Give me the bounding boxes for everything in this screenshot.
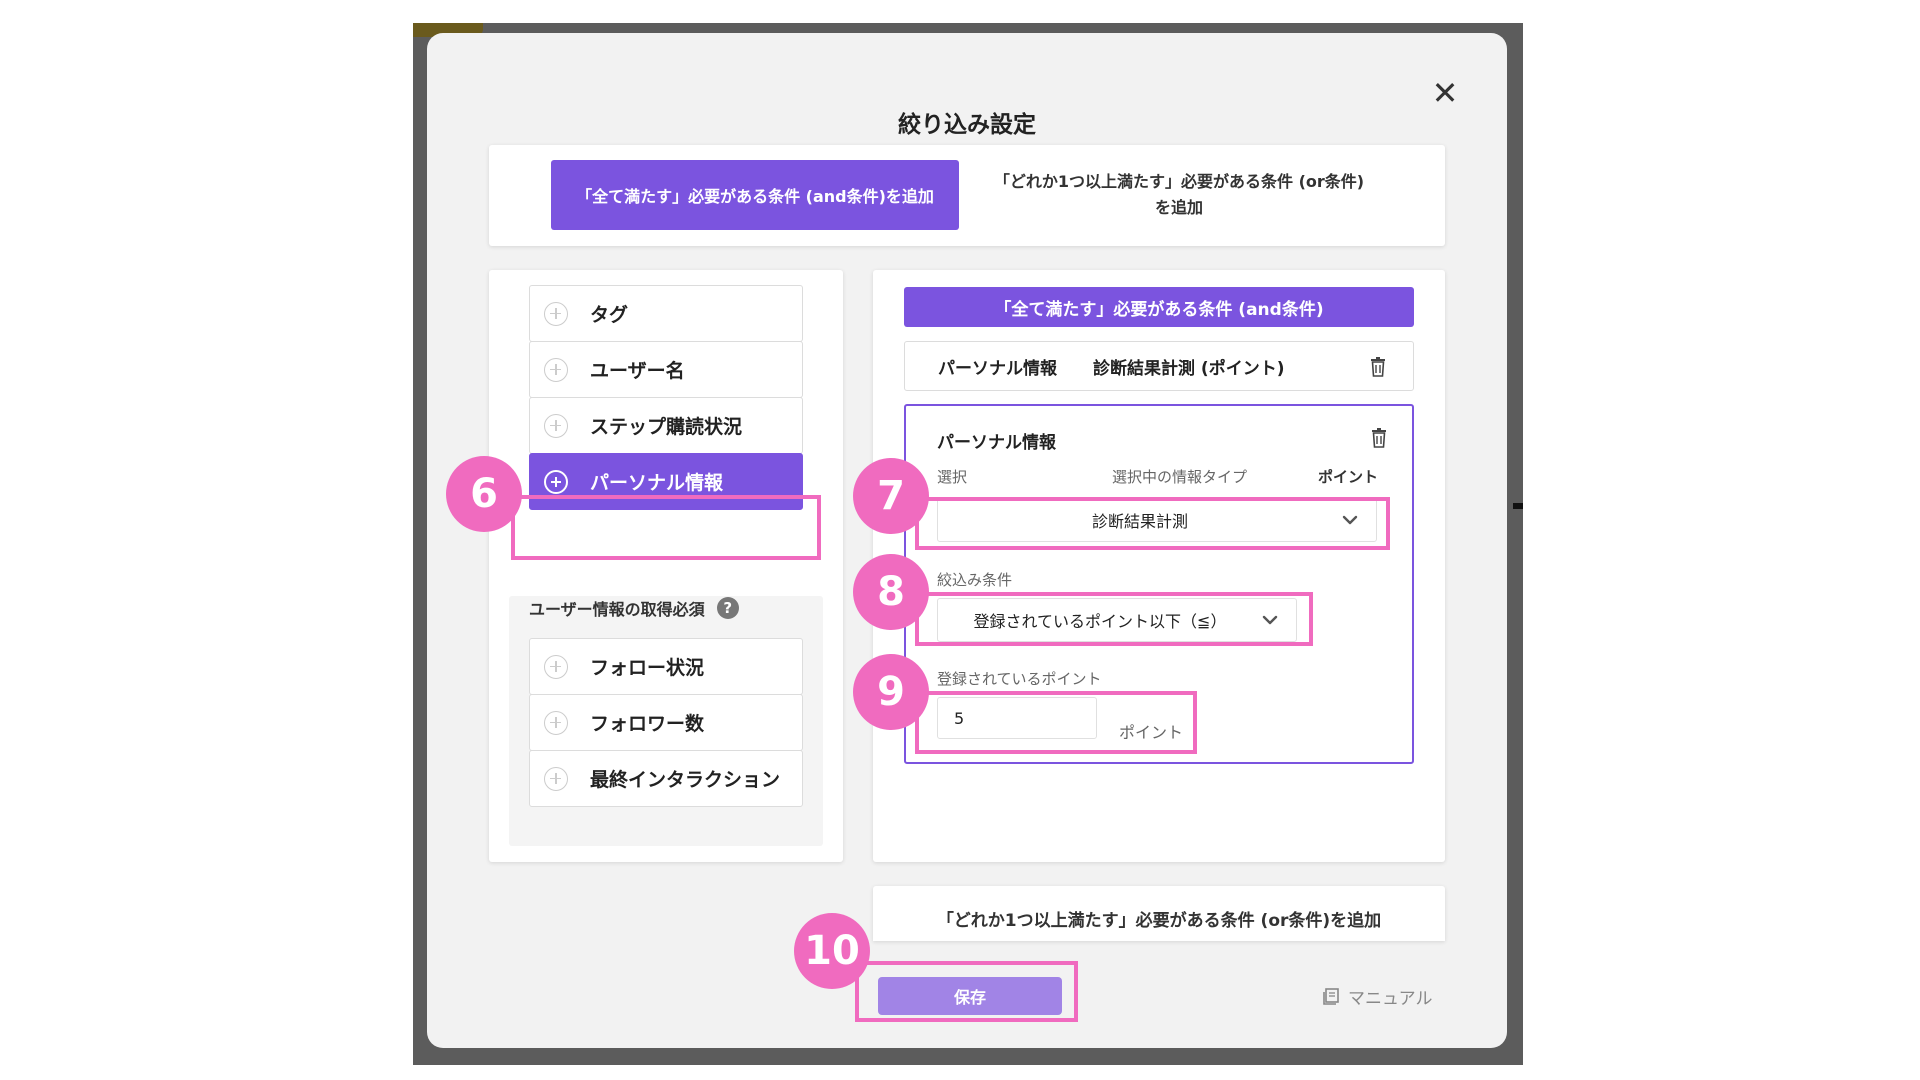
attribute-item-label: フォロワー数 xyxy=(590,713,705,735)
attribute-item-last-interaction[interactable]: 最終インタラクション xyxy=(529,750,803,807)
attribute-item-label: タグ xyxy=(590,304,629,326)
attribute-item-username[interactable]: ユーザー名 xyxy=(529,341,803,398)
attribute-item-follower-count[interactable]: フォロワー数 xyxy=(529,694,803,751)
step-badge-8: 8 xyxy=(853,554,929,630)
attribute-item-follow-status[interactable]: フォロー状況 xyxy=(529,638,803,695)
info-type-select-value: 診断結果計測 xyxy=(1091,512,1188,531)
column-header-point: ポイント xyxy=(1318,468,1379,486)
attribute-item-step-subscription[interactable]: ステップ購読状況 xyxy=(529,397,803,454)
manual-label: マニュアル xyxy=(1348,988,1433,1009)
conditions-panel: 「全て満たす」必要がある条件 (and条件) パーソナル情報 診断結果計測 (ポ… xyxy=(873,270,1445,862)
user-info-required-label: ユーザー情報の取得必須 ? xyxy=(529,588,829,628)
save-button[interactable]: 保存 xyxy=(878,977,1062,1015)
attribute-item-label: ステップ購読状況 xyxy=(590,416,743,438)
add-or-condition-label: 「どれか1つ以上満たす」必要がある条件 (or条件)を追加 xyxy=(936,911,1382,931)
condition-type-tabs: 「全て満たす」必要がある条件 (and条件)を追加 「どれか1つ以上満たす」必要… xyxy=(489,145,1445,246)
plus-circle-icon xyxy=(544,413,568,438)
step-badge-7: 7 xyxy=(853,458,929,534)
manual-link[interactable]: マニュアル xyxy=(1323,981,1433,1011)
attribute-item-label: ユーザー名 xyxy=(590,360,685,382)
registered-points-input[interactable]: 5 xyxy=(937,697,1097,739)
tab-add-or-condition[interactable]: 「どれか1つ以上満たす」必要がある条件 (or条件)を追加 xyxy=(969,160,1389,230)
attribute-list-panel: タグ ユーザー名 ステップ購読状況 パーソナル情報 ユーザー情報の取得必須 ? … xyxy=(489,270,843,862)
attribute-item-label: フォロー状況 xyxy=(590,657,705,679)
modal-title: 絞り込み設定 xyxy=(898,112,1036,138)
condition-editor: パーソナル情報 選択 選択中の情報タイプ ポイント 診断結果計測 絞込み条件 登… xyxy=(904,404,1414,764)
filter-condition-value: 登録されているポイント以下（≦） xyxy=(973,612,1227,631)
step-badge-9: 9 xyxy=(853,654,929,730)
column-header-info-type: 選択中の情報タイプ xyxy=(1112,468,1248,486)
sub-group-label: ユーザー情報の取得必須 xyxy=(529,600,705,619)
attribute-item-tag[interactable]: タグ xyxy=(529,285,803,342)
filter-condition-label: 絞込み条件 xyxy=(937,571,1013,589)
plus-circle-icon xyxy=(544,469,568,494)
chevron-down-icon xyxy=(1342,515,1358,525)
chevron-down-icon xyxy=(1262,615,1278,625)
add-or-condition-card[interactable]: 「どれか1つ以上満たす」必要がある条件 (or条件)を追加 xyxy=(873,886,1445,941)
background-divider xyxy=(1513,503,1523,509)
condition-detail: 診断結果計測 (ポイント) xyxy=(1093,358,1285,379)
step-badge-6: 6 xyxy=(446,456,522,532)
info-type-select[interactable]: 診断結果計測 xyxy=(937,498,1377,542)
condition-summary-row[interactable]: パーソナル情報 診断結果計測 (ポイント) xyxy=(904,341,1414,391)
help-icon[interactable]: ? xyxy=(716,597,739,619)
and-condition-header: 「全て満たす」必要がある条件 (and条件) xyxy=(904,287,1414,327)
plus-circle-icon xyxy=(544,766,568,791)
filter-condition-select[interactable]: 登録されているポイント以下（≦） xyxy=(937,598,1297,642)
book-icon xyxy=(1323,987,1339,1005)
editor-title: パーソナル情報 xyxy=(937,433,1056,453)
attribute-item-label: 最終インタラクション xyxy=(590,769,781,791)
points-unit: ポイント xyxy=(1119,723,1184,742)
tab-add-and-condition[interactable]: 「全て満たす」必要がある条件 (and条件)を追加 xyxy=(551,160,959,230)
trash-icon[interactable] xyxy=(1370,357,1386,377)
trash-icon[interactable] xyxy=(1371,428,1387,448)
plus-circle-icon xyxy=(544,357,568,382)
close-icon[interactable]: ✕ xyxy=(1429,77,1461,109)
attribute-item-label: パーソナル情報 xyxy=(590,472,724,494)
registered-points-label: 登録されているポイント xyxy=(937,670,1102,688)
step-badge-10: 10 xyxy=(794,913,870,989)
plus-circle-icon xyxy=(544,301,568,326)
column-header-select: 選択 xyxy=(937,468,968,486)
plus-circle-icon xyxy=(544,654,568,679)
attribute-item-personal-info[interactable]: パーソナル情報 xyxy=(529,453,803,510)
condition-category: パーソナル情報 xyxy=(938,358,1057,379)
filter-settings-modal: 絞り込み設定 ✕ 「全て満たす」必要がある条件 (and条件)を追加 「どれか1… xyxy=(427,33,1507,1048)
plus-circle-icon xyxy=(544,710,568,735)
